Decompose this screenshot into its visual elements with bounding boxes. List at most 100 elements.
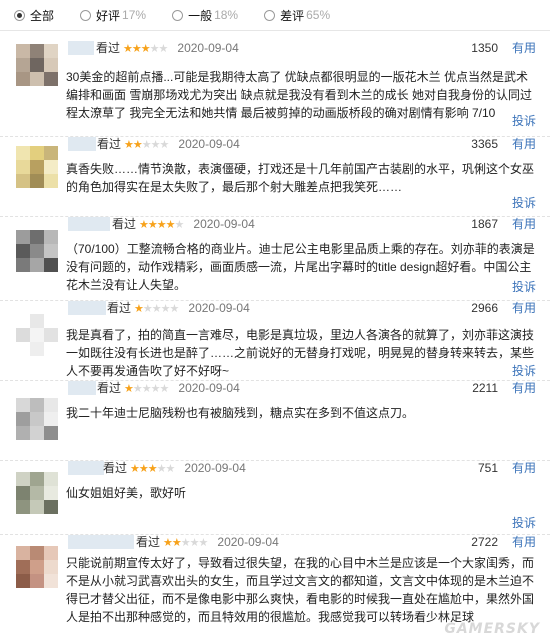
- filter-percentage: 17%: [122, 8, 147, 22]
- star-filled-icon: ★: [171, 537, 182, 549]
- username-blurred[interactable]: [68, 381, 96, 395]
- radio-button[interactable]: [14, 9, 25, 21]
- useful-button[interactable]: 有用: [512, 534, 536, 550]
- star-filled-icon: ★: [131, 43, 142, 55]
- review-item: 看过 ★★★★★ 2020-09-04 1350 有用 30美金的超前点播...可能是我期…: [0, 40, 550, 137]
- report-button[interactable]: 投诉: [512, 112, 536, 129]
- review-content: 我是真看了，拍的简直一言难尽，电影是真垃圾，里边人各演各的就算了，刘亦菲这演技一…: [66, 328, 535, 378]
- report-button[interactable]: 投诉: [512, 514, 536, 531]
- review-item: 看过 ★★★★★ 2020-09-04 3365 有用真香失败……情节涣散，表演僵硬，打…: [0, 136, 550, 217]
- rating-stars: ★★★★★: [130, 463, 176, 475]
- star-empty-icon: ★: [174, 219, 185, 231]
- filter-bar: 全部 好评 17% 一般 18% 差评 65%: [0, 0, 550, 31]
- avatar[interactable]: [16, 146, 58, 188]
- username-blurred[interactable]: [68, 41, 94, 55]
- star-filled-icon: ★: [156, 219, 167, 231]
- star-filled-icon: ★: [124, 139, 134, 151]
- rating-stars: ★★★★★: [124, 383, 170, 395]
- vote-count: 1867: [471, 217, 498, 231]
- review-content: 30美金的超前点播...可能是我期待太高了 优缺点都很明显的一版花木兰 优点当然…: [66, 70, 533, 120]
- filter-option-1[interactable]: 好评 17%: [80, 7, 146, 24]
- review-content: 真香失败……情节涣散，表演僵硬，打戏还是十几年前国产古装剧的水平，巩俐这个女巫的…: [66, 162, 535, 194]
- useful-button[interactable]: 有用: [512, 40, 536, 56]
- review-meta: 看过 ★★★★★ 2020-09-04: [112, 216, 255, 232]
- watched-label: 看过: [112, 217, 137, 231]
- star-empty-icon: ★: [149, 43, 160, 55]
- useful-button[interactable]: 有用: [512, 136, 536, 152]
- watermark: GAMERSKY: [444, 621, 540, 637]
- avatar[interactable]: [16, 546, 58, 588]
- review-date: 2020-09-04: [217, 535, 279, 549]
- review-meta: 看过 ★★★★★ 2020-09-04: [96, 40, 239, 56]
- star-empty-icon: ★: [151, 303, 162, 315]
- rating-stars: ★★★★★: [163, 537, 208, 549]
- star-filled-icon: ★: [165, 219, 176, 231]
- watched-label: 看过: [103, 461, 128, 475]
- filter-option-0[interactable]: 全部: [14, 7, 54, 24]
- star-filled-icon: ★: [132, 139, 143, 151]
- vote-count: 751: [477, 461, 498, 475]
- avatar[interactable]: [16, 44, 58, 86]
- report-button[interactable]: 投诉: [512, 278, 536, 295]
- username-blurred[interactable]: [68, 137, 96, 151]
- username-blurred[interactable]: [68, 301, 106, 315]
- star-empty-icon: ★: [132, 383, 143, 395]
- star-empty-icon: ★: [141, 139, 152, 151]
- review-meta: 看过 ★★★★★ 2020-09-04: [136, 534, 279, 550]
- star-empty-icon: ★: [158, 43, 169, 55]
- review-date: 2020-09-04: [188, 301, 250, 315]
- review-date: 2020-09-04: [177, 41, 239, 55]
- filter-label: 一般: [188, 8, 213, 23]
- username-blurred[interactable]: [68, 535, 134, 549]
- filter-option-2[interactable]: 一般 18%: [172, 7, 238, 24]
- vote-count: 3365: [471, 137, 498, 151]
- star-empty-icon: ★: [141, 383, 152, 395]
- useful-button[interactable]: 有用: [512, 216, 536, 232]
- avatar[interactable]: [16, 314, 58, 356]
- star-empty-icon: ★: [189, 537, 200, 549]
- filter-percentage: 65%: [306, 8, 331, 22]
- filter-label: 差评: [280, 8, 305, 23]
- star-empty-icon: ★: [159, 383, 170, 395]
- review-date: 2020-09-04: [193, 217, 255, 231]
- review-meta: 看过 ★★★★★ 2020-09-04: [97, 380, 240, 396]
- review-item: 看过 ★★★★★ 2020-09-04 751 有用 仙女姐姐好美，歌好听 投诉: [0, 460, 550, 535]
- star-empty-icon: ★: [165, 463, 176, 475]
- report-button[interactable]: 投诉: [512, 362, 536, 379]
- avatar[interactable]: [16, 230, 58, 272]
- avatar[interactable]: [16, 472, 58, 514]
- star-filled-icon: ★: [163, 537, 173, 549]
- username-blurred[interactable]: [68, 217, 110, 231]
- username-blurred[interactable]: [68, 461, 104, 475]
- report-button[interactable]: 投诉: [512, 194, 536, 211]
- watched-label: 看过: [136, 535, 161, 549]
- vote-count: 2966: [471, 301, 498, 315]
- radio-button[interactable]: [80, 9, 92, 21]
- star-empty-icon: ★: [150, 139, 161, 151]
- useful-button[interactable]: 有用: [512, 380, 536, 396]
- filter-percentage: 18%: [214, 8, 239, 22]
- review-content: 我二十年迪士尼脑残粉也有被脑残到，糖点实在多到不值这点刀。: [66, 406, 415, 420]
- radio-button[interactable]: [264, 9, 276, 21]
- star-filled-icon: ★: [124, 383, 134, 395]
- review-content: 只能说前期宣传太好了，导致看过很失望，在我的心目中木兰是应该是一个大家闺秀，而不…: [66, 556, 535, 624]
- review-meta: 看过 ★★★★★ 2020-09-04: [97, 136, 240, 152]
- filter-label: 全部: [30, 8, 55, 23]
- useful-button[interactable]: 有用: [512, 460, 536, 476]
- star-empty-icon: ★: [142, 303, 153, 315]
- star-filled-icon: ★: [140, 43, 151, 55]
- filter-option-3[interactable]: 差评 65%: [264, 7, 330, 24]
- star-empty-icon: ★: [156, 463, 167, 475]
- useful-button[interactable]: 有用: [512, 300, 536, 316]
- review-item: 看过 ★★★★★ 2020-09-04 2211 有用 我二十年迪士尼脑残粉也有被脑残到，…: [0, 380, 550, 461]
- rating-stars: ★★★★★: [123, 43, 169, 55]
- radio-button[interactable]: [172, 9, 184, 21]
- star-empty-icon: ★: [150, 383, 161, 395]
- review-date: 2020-09-04: [184, 461, 246, 475]
- review-item: 看过 ★★★★★ 2020-09-04 1867 有用 （70/100）工整流畅合格的商业…: [0, 216, 550, 301]
- avatar[interactable]: [16, 398, 58, 440]
- star-filled-icon: ★: [130, 463, 140, 475]
- star-empty-icon: ★: [160, 303, 171, 315]
- watched-label: 看过: [97, 381, 122, 395]
- star-empty-icon: ★: [159, 139, 170, 151]
